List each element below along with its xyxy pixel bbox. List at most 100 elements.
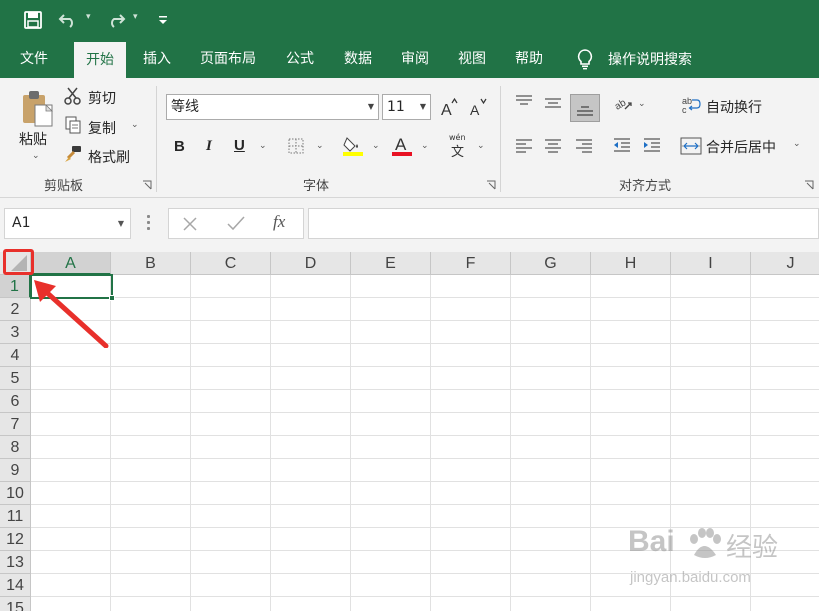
- row-header-15[interactable]: 15: [0, 597, 31, 611]
- column-header-F[interactable]: F: [431, 252, 511, 275]
- cancel-icon[interactable]: [183, 217, 197, 231]
- increase-font-size-icon[interactable]: A: [440, 96, 458, 118]
- align-middle-icon[interactable]: [542, 92, 564, 114]
- font-launcher-icon[interactable]: [486, 180, 496, 190]
- copy-button[interactable]: 复制: [88, 118, 116, 138]
- watermark: Bai 经验 jingyan.baidu.com: [600, 525, 800, 595]
- tab-help[interactable]: 帮助: [503, 40, 555, 78]
- svg-text:c: c: [682, 105, 687, 115]
- formula-bar: A1 ▼ fx: [0, 198, 819, 252]
- borders-dropdown-icon[interactable]: ⌄: [316, 141, 324, 151]
- tab-file[interactable]: 文件: [8, 40, 60, 78]
- align-left-icon[interactable]: [513, 135, 535, 157]
- column-header-E[interactable]: E: [351, 252, 431, 275]
- column-header-B[interactable]: B: [111, 252, 191, 275]
- save-icon[interactable]: [22, 8, 44, 32]
- font-color-icon[interactable]: A: [391, 133, 413, 157]
- redo-icon[interactable]: [104, 8, 128, 32]
- decrease-font-size-icon[interactable]: A: [469, 96, 487, 118]
- tab-review[interactable]: 审阅: [389, 40, 441, 78]
- row-header-2[interactable]: 2: [0, 298, 31, 321]
- svg-text:ab: ab: [613, 97, 628, 112]
- tab-view[interactable]: 视图: [446, 40, 498, 78]
- cut-icon[interactable]: [64, 87, 82, 105]
- format-painter-icon[interactable]: [64, 145, 82, 163]
- alignment-launcher-icon[interactable]: [804, 180, 814, 190]
- orientation-dropdown-icon[interactable]: ⌄: [638, 99, 646, 109]
- undo-dropdown-icon[interactable]: ▾: [86, 12, 91, 22]
- increase-indent-icon[interactable]: [641, 135, 663, 157]
- column-header-I[interactable]: I: [671, 252, 751, 275]
- row-header-13[interactable]: 13: [0, 551, 31, 574]
- orientation-icon[interactable]: ab: [612, 92, 634, 114]
- row-header-5[interactable]: 5: [0, 367, 31, 390]
- wrap-text-button[interactable]: 自动换行: [706, 97, 762, 117]
- row-header-10[interactable]: 10: [0, 482, 31, 505]
- borders-icon[interactable]: [287, 137, 305, 155]
- paste-dropdown-icon[interactable]: ⌄: [32, 151, 40, 161]
- column-header-J[interactable]: J: [751, 252, 819, 275]
- column-header-H[interactable]: H: [591, 252, 671, 275]
- customize-qat-icon[interactable]: [154, 8, 172, 32]
- row-header-12[interactable]: 12: [0, 528, 31, 551]
- align-bottom-icon[interactable]: [570, 94, 600, 122]
- paw-logo-icon: [690, 528, 721, 558]
- formula-input[interactable]: [308, 208, 819, 239]
- merge-center-icon[interactable]: [680, 136, 702, 156]
- font-name-combo[interactable]: 等线 ▼: [166, 94, 379, 120]
- font-size-combo[interactable]: 11 ▼: [382, 94, 431, 120]
- resize-handle-icon[interactable]: [147, 215, 150, 233]
- row-header-14[interactable]: 14: [0, 574, 31, 597]
- tab-home[interactable]: 开始: [74, 42, 126, 78]
- row-header-6[interactable]: 6: [0, 390, 31, 413]
- copy-icon[interactable]: [64, 116, 82, 134]
- redo-dropdown-icon[interactable]: ▾: [133, 12, 138, 22]
- font-color-dropdown-icon[interactable]: ⌄: [421, 141, 429, 151]
- tell-me-search[interactable]: 操作说明搜索: [576, 40, 692, 78]
- align-center-icon[interactable]: [542, 135, 564, 157]
- annotation-highlight-box: [3, 249, 34, 275]
- paste-icon[interactable]: [18, 88, 56, 128]
- paste-button[interactable]: 粘贴: [19, 129, 47, 149]
- format-painter-button[interactable]: 格式刷: [88, 147, 130, 167]
- row-header-11[interactable]: 11: [0, 505, 31, 528]
- name-box[interactable]: A1 ▼: [4, 208, 131, 239]
- tab-page-layout[interactable]: 页面布局: [188, 40, 268, 78]
- merge-dropdown-icon[interactable]: ⌄: [793, 139, 801, 149]
- merge-center-button[interactable]: 合并后居中: [706, 137, 776, 157]
- row-header-1[interactable]: 1: [0, 275, 31, 298]
- wrap-text-icon[interactable]: ab c: [681, 94, 701, 116]
- column-header-A[interactable]: A: [31, 252, 111, 275]
- row-header-3[interactable]: 3: [0, 321, 31, 344]
- phonetic-dropdown-icon[interactable]: ⌄: [477, 141, 485, 151]
- align-right-icon[interactable]: [573, 135, 595, 157]
- column-header-G[interactable]: G: [511, 252, 591, 275]
- tab-insert[interactable]: 插入: [131, 40, 183, 78]
- fill-color-icon[interactable]: [342, 134, 364, 156]
- row-header-7[interactable]: 7: [0, 413, 31, 436]
- tab-data[interactable]: 数据: [332, 40, 384, 78]
- insert-function-icon[interactable]: fx: [273, 212, 285, 232]
- cut-button[interactable]: 剪切: [88, 88, 116, 108]
- phonetic-guide-icon[interactable]: wén 文: [446, 133, 470, 160]
- clipboard-group-label: 剪贴板: [44, 179, 84, 194]
- column-header-D[interactable]: D: [271, 252, 351, 275]
- align-top-icon[interactable]: [513, 92, 535, 114]
- svg-text:A: A: [395, 135, 407, 154]
- decrease-indent-icon[interactable]: [611, 135, 633, 157]
- row-header-9[interactable]: 9: [0, 459, 31, 482]
- undo-icon[interactable]: [56, 8, 80, 32]
- underline-button[interactable]: U: [234, 137, 245, 154]
- row-header-8[interactable]: 8: [0, 436, 31, 459]
- copy-dropdown-icon[interactable]: ⌄: [131, 120, 139, 130]
- tab-formulas[interactable]: 公式: [274, 40, 326, 78]
- italic-button[interactable]: I: [206, 138, 212, 155]
- fill-color-dropdown-icon[interactable]: ⌄: [372, 141, 380, 151]
- underline-dropdown-icon[interactable]: ⌄: [259, 141, 267, 151]
- column-header-C[interactable]: C: [191, 252, 271, 275]
- clipboard-launcher-icon[interactable]: [142, 180, 152, 190]
- svg-text:A: A: [441, 102, 452, 117]
- enter-checkmark-icon[interactable]: [227, 216, 245, 231]
- row-header-4[interactable]: 4: [0, 344, 31, 367]
- bold-button[interactable]: B: [174, 138, 185, 155]
